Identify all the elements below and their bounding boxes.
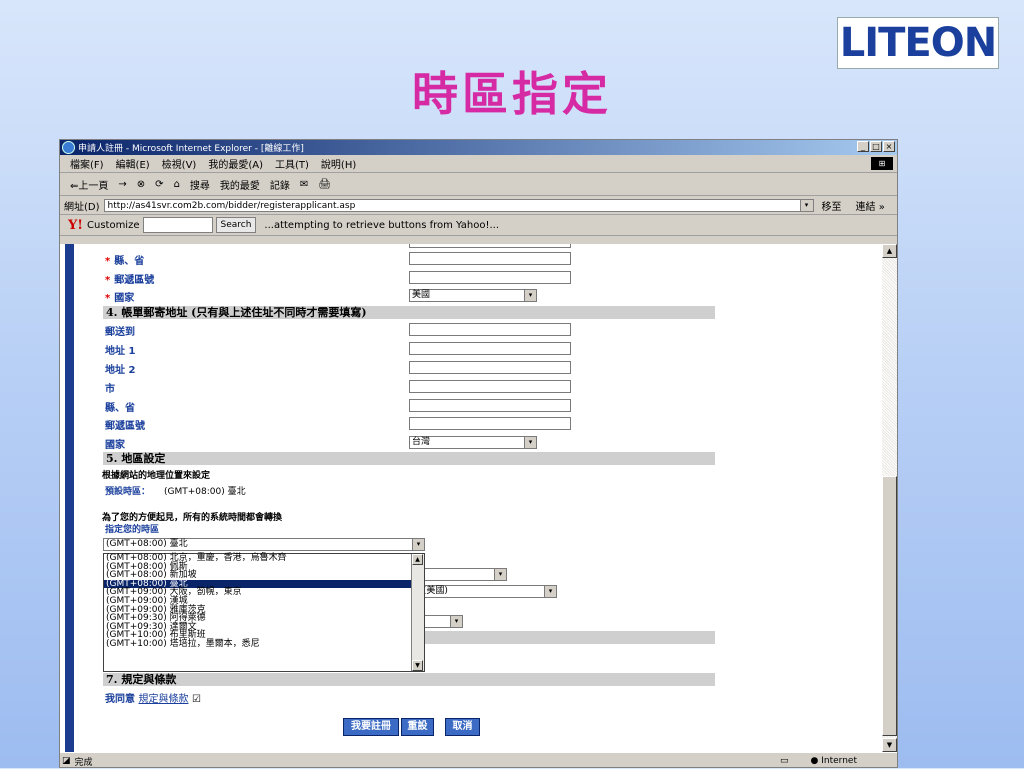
address2-input[interactable] [409,361,571,374]
specify-tz-label: 指定您的時區 [105,525,160,535]
state-label: * 縣、省 [105,256,145,267]
title-bar: 申請人註冊 - Microsoft Internet Explorer - [離… [60,140,897,155]
scroll-thumb[interactable] [882,476,897,736]
section7-heading: 7. 規定與條款 [103,673,715,686]
address1-label: 地址 1 [105,346,136,357]
links-button[interactable]: 連結 » [856,198,885,213]
ie-icon [62,141,75,154]
back-button[interactable]: ⇐上一頁 [70,177,108,192]
menu-bar: 檔案(F) 編輯(E) 檢視(V) 我的最愛(A) 工具(T) 說明(H) ⊞ [60,155,897,173]
menu-favorites[interactable]: 我的最愛(A) [208,156,263,171]
zip2-input[interactable] [409,417,571,430]
default-tz-label: 預設時區： [105,487,151,497]
state2-label: 縣、省 [105,403,135,414]
stop-button[interactable]: ⊗ [137,179,145,190]
list-scrollbar[interactable]: ▲ ▼ [411,554,424,671]
timezone-select[interactable]: (GMT+08:00) 臺北 ▾ [103,538,425,551]
agree-label: 我同意 規定與條款 ☑ [105,694,201,705]
address-input[interactable]: http://as41svr.com2b.com/bidder/register… [103,198,814,212]
yahoo-status: ...attempting to retrieve buttons from Y… [264,219,500,231]
zone-text: ● Internet [810,756,857,766]
menu-tools[interactable]: 工具(T) [275,156,309,171]
offline-icon: ▭ [780,756,789,766]
close-button[interactable]: × [883,141,895,152]
country2-label: 國家 [105,440,125,451]
state-input[interactable] [409,252,571,265]
tz-option[interactable]: (GMT+10:00) 塔培拉，墨爾本，悉尼 [104,640,424,649]
section6-heading-partial [425,631,715,644]
cancel-button[interactable]: 取消 [445,718,480,736]
geo-note: 根據網站的地理位置來設定 [102,471,211,481]
reset-button[interactable]: 重設 [401,718,434,736]
page-scrollbar[interactable]: ▲ ▼ [882,244,897,752]
menu-help[interactable]: 說明(H) [321,156,356,171]
menu-edit[interactable]: 編輯(E) [116,156,150,171]
minimize-button[interactable]: _ [857,141,869,152]
maximize-button[interactable]: □ [870,141,882,152]
windows-logo-icon: ⊞ [871,157,893,170]
city-input[interactable] [409,380,571,393]
toolbar: ⇐上一頁 → ⊗ ⟳ ⌂ 搜尋 我的最愛 記錄 ✉ 🖨 [60,173,897,196]
address-label: 網址(D) [64,201,100,213]
forward-button[interactable]: → [118,179,126,190]
yahoo-logo[interactable]: Y! [68,218,83,233]
zip-input[interactable] [409,271,571,284]
state2-input[interactable] [409,399,571,412]
page-done-icon: ◪ [62,756,71,766]
timezone-dropdown-list[interactable]: (GMT+08:00) 北京，重慶，香港，烏魯木齊 (GMT+08:00) 佩斯… [103,553,425,672]
customize-button[interactable]: Customize [87,220,140,231]
register-button[interactable]: 我要註冊 [343,718,399,736]
history-button[interactable]: 記錄 [270,177,290,192]
country2-select[interactable]: 台灣 ▾ [409,436,537,449]
country-label: * 國家 [105,293,135,304]
default-tz-value: (GMT+08:00) 臺北 [164,487,246,497]
address2-label: 地址 2 [105,365,136,376]
section4-heading: 4. 帳單郵寄地址 (只有與上述住址不同時才需要填寫) [103,306,715,319]
section5-heading: 5. 地區設定 [103,452,715,465]
favorites-button[interactable]: 我的最愛 [220,177,260,192]
yahoo-search-input[interactable] [142,217,213,233]
scroll-up-icon[interactable]: ▲ [882,244,897,258]
address1-input[interactable] [409,342,571,355]
search-button[interactable]: 搜尋 [190,177,210,192]
menu-file[interactable]: 檔案(F) [70,156,104,171]
yahoo-toolbar: Y! Customize Search ...attempting to ret… [60,215,897,236]
agree-checkbox[interactable]: ☑ [192,694,201,705]
menu-view[interactable]: 檢視(V) [162,156,197,171]
left-decor-bar [65,244,74,752]
home-button[interactable]: ⌂ [174,179,180,190]
mail-icon[interactable]: ✉ [300,179,308,190]
small-select-partial[interactable]: ▾ [425,615,463,628]
zip-label: * 郵遞區號 [105,275,155,286]
language2-select-partial[interactable]: 語 (美國) ▾ [409,585,557,598]
print-icon[interactable]: 🖨 [318,179,331,190]
status-bar: ◪ 完成 ▭ ● Internet [60,752,897,769]
mail-to-label: 郵送到 [105,327,135,338]
zip2-label: 郵遞區號 [105,421,145,432]
window-title: 申請人註冊 - Microsoft Internet Explorer - [離… [78,144,304,154]
list-scroll-up-icon[interactable]: ▲ [412,554,423,565]
terms-link[interactable]: 規定與條款 [138,694,188,705]
page-content: * 縣、省 * 郵遞區號 * 國家 美國 ▾ 4. 帳單郵寄地址 (只有與上述住址不同時… [60,244,882,752]
status-text: 完成 [74,757,93,768]
list-scroll-down-icon[interactable]: ▼ [412,660,423,671]
scroll-down-icon[interactable]: ▼ [882,738,897,752]
go-button[interactable]: 移至 [822,198,842,213]
yahoo-search-button[interactable]: Search [215,217,257,233]
address-bar: 網址(D) http://as41svr.com2b.com/bidder/re… [60,196,897,215]
city-label: 市 [105,384,115,395]
top-input-partial[interactable] [409,244,571,248]
ie-window: 申請人註冊 - Microsoft Internet Explorer - [離… [59,139,898,768]
liteon-logo: LITEON [837,17,999,69]
address-dropdown-icon[interactable]: ▾ [799,199,813,211]
country-select[interactable]: 美國 ▾ [409,289,537,302]
refresh-button[interactable]: ⟳ [155,179,163,190]
mail-to-input[interactable] [409,323,571,336]
